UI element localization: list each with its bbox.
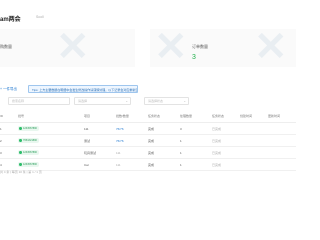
chevron-down-icon: ⌄ [125, 99, 128, 103]
status-dot-icon [19, 127, 22, 130]
cell-project: 111 [84, 127, 89, 131]
stat-value: 3 [192, 54, 196, 61]
status-dropdown[interactable]: 请选择状态 ⌄ [144, 97, 189, 105]
cell-id: 3 [0, 151, 2, 155]
status-dot-icon [19, 139, 22, 142]
page-subtitle: Scoll [36, 15, 44, 19]
batch-badge: 1234567890 [18, 162, 39, 167]
col-updated: 更新时间 [268, 114, 281, 118]
cell-qty: 1 [180, 139, 182, 143]
cell-qty: 1 [180, 163, 182, 167]
cell-state: 已完成 [212, 127, 222, 131]
cell-count: 111 [116, 163, 121, 167]
cell-status: 完成 [148, 151, 155, 155]
col-count: 批数/数量 [116, 114, 129, 118]
table-row[interactable]: 2 7654321890 测试 76/76 完成 1 已完成 [0, 135, 296, 147]
cell-project: 测试 [84, 139, 91, 143]
cell-status: 完成 [148, 127, 155, 131]
batch-badge: 1234567890 [18, 150, 39, 155]
cell-qty: 3 [180, 127, 182, 131]
chevron-down-icon: ⌄ [183, 99, 186, 103]
status-placeholder: 请选择状态 [148, 99, 164, 103]
batch-badge: 7654321890 [18, 138, 39, 143]
cell-id: 4 [0, 163, 2, 167]
stat-card-purchase: ✕ 购数量 [0, 29, 135, 67]
select-placeholder: 请选择 [78, 99, 88, 103]
background-x-icon: ✕ [56, 29, 90, 67]
cell-state: 已完成 [212, 163, 222, 167]
cell-id: 2 [0, 139, 2, 143]
search-input[interactable]: 搜索名称 [8, 97, 70, 105]
status-dot-icon [19, 151, 22, 154]
cell-id: 1 [0, 127, 2, 131]
table-row[interactable]: 1 1234567890 111 76/76 完成 3 已完成 [0, 123, 296, 135]
filter-bar: 搜索名称 请选择 ⌄ 请选择状态 ⌄ [0, 97, 296, 107]
col-state: 任务状态 [212, 114, 225, 118]
select-dropdown[interactable]: 请选择 ⌄ [74, 97, 131, 105]
table-row[interactable]: 3 1234567890 玩具测试 111 完成 1 已完成 [0, 147, 296, 159]
stats-row: ✕ 购数量 ✕ ✕ 订单数量 3 [0, 25, 296, 75]
background-x-icon: ✕ [154, 29, 188, 67]
page-title: am两会 [0, 17, 21, 23]
cell-count-link[interactable]: 76/76 [116, 127, 124, 131]
cell-status: 完成 [148, 163, 155, 167]
tips-banner: Tips: 上方主要数据在明细中会发生修改操作请谨慎处理，以下记录会对应重新显示 [28, 85, 138, 93]
cell-state: 已完成 [212, 151, 222, 155]
stat-card-orders: ✕ ✕ 订单数量 3 [150, 29, 296, 67]
cell-state: 已完成 [212, 139, 222, 143]
stat-label: 订单数量 [192, 44, 208, 49]
col-task-status: 任务状态 [148, 114, 161, 118]
pagination-summary: 共 4 条 | 每页 10 条 | 第 1 / 1 页 [0, 170, 42, 174]
col-created: 创建时间 [240, 114, 253, 118]
cell-project: 玩具测试 [84, 151, 97, 155]
table-row[interactable]: 4 1234567890 Car 111 完成 1 已完成 [0, 159, 296, 171]
background-x-icon: ✕ [254, 29, 288, 67]
cell-qty: 1 [180, 151, 182, 155]
cell-project: Car [84, 163, 89, 167]
col-qty: 处理数量 [180, 114, 193, 118]
export-link[interactable]: + 一件导出 [0, 87, 17, 92]
cell-count-link[interactable]: 76/76 [116, 139, 124, 143]
cell-status: 完成 [148, 139, 155, 143]
col-id: ID [0, 114, 3, 118]
status-dot-icon [19, 163, 22, 166]
table-header: ID 批号 项目 批数/数量 任务状态 处理数量 任务状态 创建时间 更新时间 [0, 112, 296, 123]
data-table: ID 批号 项目 批数/数量 任务状态 处理数量 任务状态 创建时间 更新时间 … [0, 112, 296, 171]
batch-badge: 1234567890 [18, 126, 39, 131]
col-batch: 批号 [18, 114, 25, 118]
stat-label: 购数量 [0, 44, 12, 49]
cell-count: 111 [116, 151, 121, 155]
col-project: 项目 [84, 114, 91, 118]
